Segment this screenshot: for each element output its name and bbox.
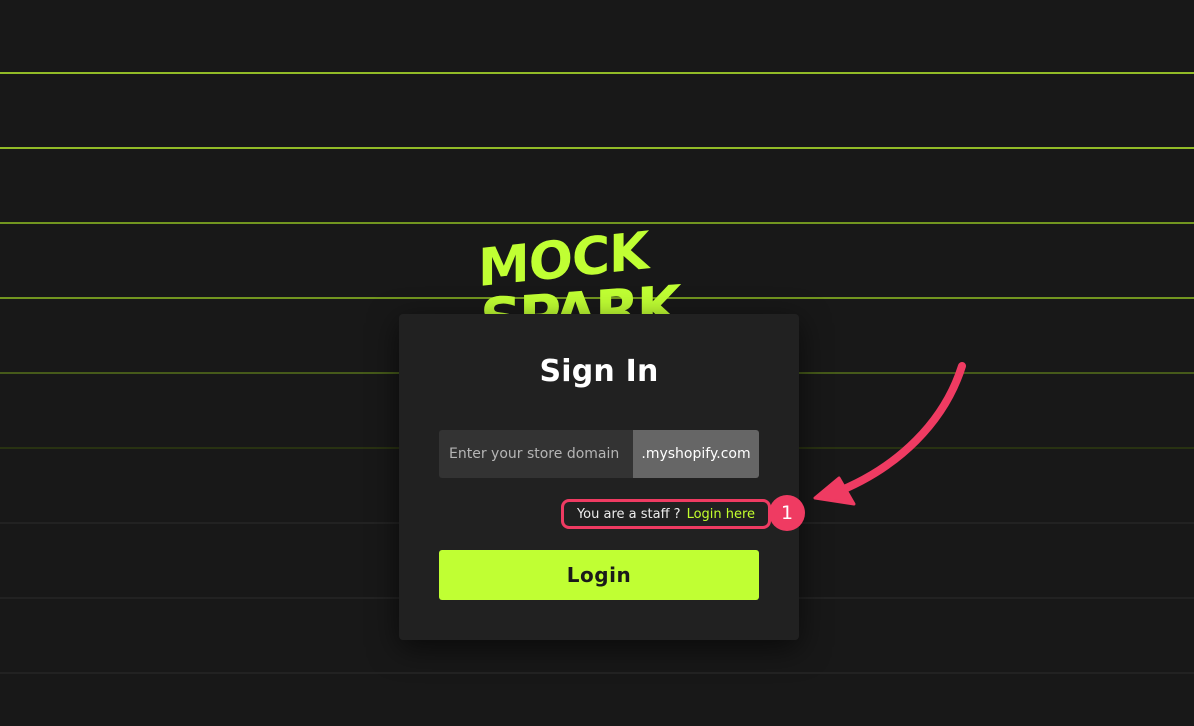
- staff-login-link[interactable]: Login here: [687, 507, 756, 522]
- page-title: Sign In: [539, 354, 659, 389]
- store-domain-field: .myshopify.com: [439, 430, 759, 478]
- step-badge: 1: [769, 495, 805, 531]
- staff-login-prompt: You are a staff ? Login here: [561, 499, 771, 529]
- domain-suffix: .myshopify.com: [633, 430, 759, 478]
- store-domain-input[interactable]: [439, 430, 633, 478]
- signin-card: Sign In .myshopify.com You are a staff ?…: [399, 314, 805, 640]
- staff-question: You are a staff ?: [576, 506, 681, 522]
- page: MOCK SPARK Sign In .myshopify.com You ar…: [0, 0, 1194, 726]
- login-button[interactable]: Login: [439, 550, 759, 600]
